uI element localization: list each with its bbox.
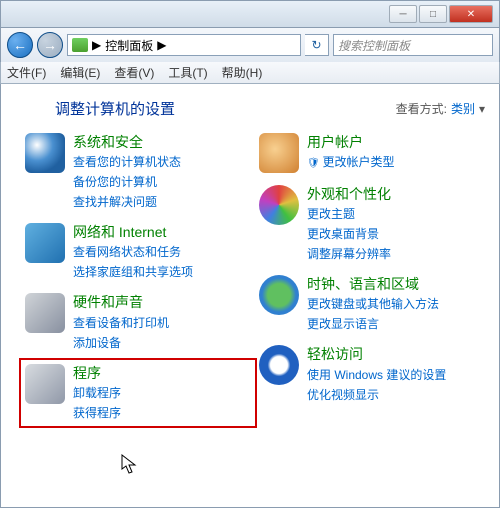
menu-view[interactable]: 查看(V) [114,64,154,81]
menu-edit[interactable]: 编辑(E) [60,64,100,81]
close-button[interactable]: ✕ [449,5,493,23]
category-link[interactable]: 备份您的计算机 [73,173,181,191]
category-title-ease-of-access[interactable]: 轻松访问 [307,345,446,363]
category-link[interactable]: 查看设备和打印机 [73,314,169,332]
category-title-hardware-sound[interactable]: 硬件和声音 [73,293,169,311]
user-accounts-icon [259,133,299,173]
address-bar[interactable]: ▶ 控制面板 ▶ [67,34,301,56]
category-link[interactable]: 查看您的计算机状态 [73,153,181,171]
chevron-down-icon[interactable]: ▾ [479,102,485,116]
menu-help[interactable]: 帮助(H) [222,64,263,81]
minimize-button[interactable]: ─ [389,5,417,23]
clock-language-region-icon [259,275,299,315]
menu-file[interactable]: 文件(F) [7,64,46,81]
breadcrumb[interactable]: 控制面板 [105,37,153,54]
category-ease-of-access: 轻松访问使用 Windows 建议的设置优化视频显示 [259,345,485,403]
mouse-cursor [121,454,139,476]
category-link[interactable]: 更改桌面背景 [307,225,391,243]
category-title-programs[interactable]: 程序 [73,364,121,382]
category-link[interactable]: 获得程序 [73,404,121,422]
search-input[interactable]: 搜索控制面板 [333,34,493,56]
category-network-internet: 网络和 Internet 查看网络状态和任务选择家庭组和共享选项 [25,223,251,281]
page-title: 调整计算机的设置 [55,98,175,119]
refresh-button[interactable]: ↻ [305,34,329,56]
network-internet-icon [25,223,65,263]
menu-tools[interactable]: 工具(T) [168,64,207,81]
category-clock-language-region: 时钟、语言和区域更改键盘或其他输入方法更改显示语言 [259,275,485,333]
appearance-personalization-icon [259,185,299,225]
category-link[interactable]: 调整屏幕分辨率 [307,245,391,263]
category-link[interactable]: 卸载程序 [73,384,121,402]
category-link[interactable]: 🛡 更改帐户类型 [307,153,395,171]
breadcrumb-sep: ▶ [157,38,166,52]
category-link[interactable]: 查找并解决问题 [73,193,181,211]
shield-icon: 🛡 [307,158,322,169]
category-link[interactable]: 使用 Windows 建议的设置 [307,366,446,384]
category-title-clock-language-region[interactable]: 时钟、语言和区域 [307,275,439,293]
category-system-security: 系统和安全查看您的计算机状态备份您的计算机查找并解决问题 [25,133,251,211]
category-link[interactable]: 添加设备 [73,334,169,352]
control-panel-icon [72,38,88,52]
category-link[interactable]: 更改主题 [307,205,391,223]
search-placeholder: 搜索控制面板 [338,37,410,54]
category-title-network-internet[interactable]: 网络和 Internet [73,223,193,241]
back-button[interactable]: ← [7,32,33,58]
view-by-label: 查看方式: [396,100,447,117]
category-link[interactable]: 更改显示语言 [307,315,439,333]
view-by-value[interactable]: 类别 [451,100,475,117]
category-link[interactable]: 更改键盘或其他输入方法 [307,295,439,313]
category-link[interactable]: 选择家庭组和共享选项 [73,263,193,281]
hardware-sound-icon [25,293,65,333]
category-appearance-personalization: 外观和个性化更改主题更改桌面背景调整屏幕分辨率 [259,185,485,263]
category-title-appearance-personalization[interactable]: 外观和个性化 [307,185,391,203]
breadcrumb-sep: ▶ [92,38,101,52]
category-link[interactable]: 优化视频显示 [307,386,446,404]
maximize-button[interactable]: □ [419,5,447,23]
category-link[interactable]: 查看网络状态和任务 [73,243,193,261]
category-programs: 程序卸载程序获得程序 [19,358,257,428]
programs-icon [25,364,65,404]
system-security-icon [25,133,65,173]
ease-of-access-icon [259,345,299,385]
category-title-system-security[interactable]: 系统和安全 [73,133,181,151]
category-title-user-accounts[interactable]: 用户帐户 [307,133,395,151]
forward-button[interactable]: → [37,32,63,58]
category-hardware-sound: 硬件和声音查看设备和打印机添加设备 [25,293,251,351]
category-user-accounts: 用户帐户 🛡 更改帐户类型 [259,133,485,173]
